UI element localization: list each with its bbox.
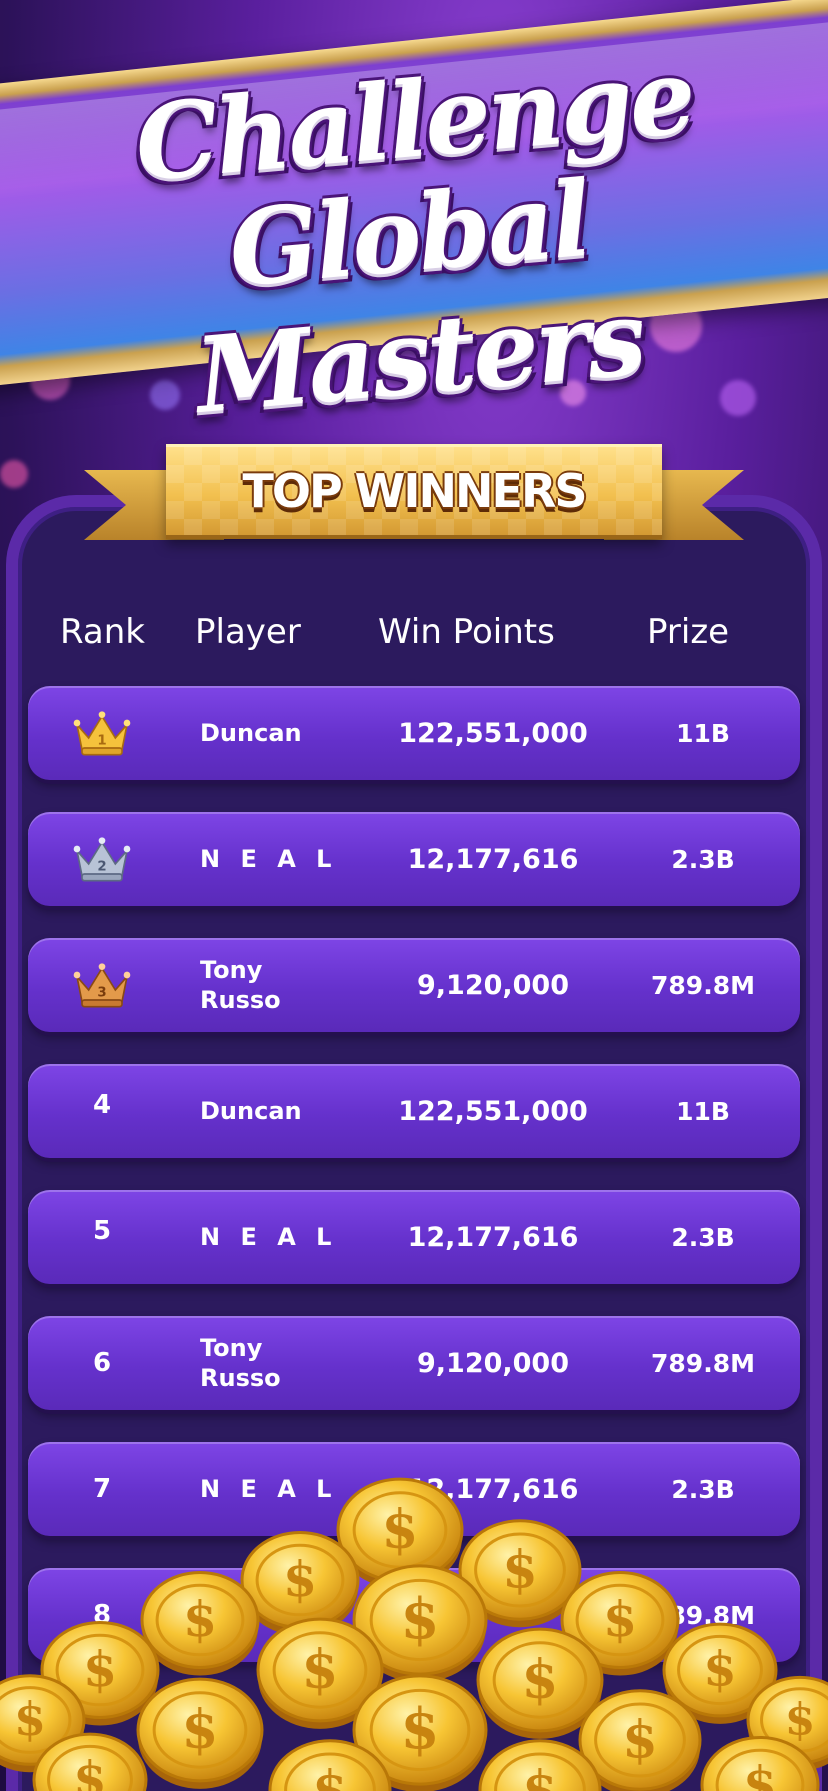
svg-text:$: $ bbox=[302, 1638, 339, 1700]
player-name: Tony Russo bbox=[200, 956, 281, 1014]
svg-text:$: $ bbox=[401, 1586, 440, 1652]
rank-number: 5 bbox=[92, 1216, 112, 1246]
bokeh-light bbox=[0, 460, 28, 488]
leaderboard-row-6[interactable]: 6 Tony Russo 9,120,000 789.8M bbox=[28, 1316, 800, 1410]
leaderboard-row-2[interactable]: 2 N E A L 12,177,616 2.3B bbox=[28, 812, 800, 906]
prize: 2.3B bbox=[671, 844, 735, 874]
prize: 11B bbox=[676, 1096, 730, 1126]
rank-cell: 1 bbox=[72, 686, 132, 780]
win-points: 122,551,000 bbox=[398, 717, 588, 749]
header-prize: Prize bbox=[647, 612, 730, 652]
svg-text:$: $ bbox=[312, 1760, 348, 1791]
svg-text:$: $ bbox=[522, 1760, 558, 1791]
prize: 2.3B bbox=[671, 1222, 735, 1252]
win-points: 12,177,616 bbox=[407, 1221, 579, 1253]
svg-text:$: $ bbox=[401, 1696, 440, 1762]
player-name: Duncan bbox=[200, 719, 302, 747]
win-points: 9,120,000 bbox=[416, 1347, 570, 1379]
prize: 11B bbox=[676, 718, 730, 748]
win-points: 122,551,000 bbox=[398, 1095, 588, 1127]
rank-cell: 3 bbox=[72, 938, 132, 1032]
rank-number: 6 bbox=[92, 1348, 112, 1378]
svg-text:$: $ bbox=[622, 1710, 658, 1770]
player-name: N E A L bbox=[200, 1223, 338, 1251]
svg-text:$: $ bbox=[14, 1692, 46, 1746]
win-points: 9,120,000 bbox=[416, 969, 570, 1001]
svg-text:$: $ bbox=[785, 1695, 816, 1746]
svg-text:$: $ bbox=[182, 1698, 219, 1760]
game-background: Challenge Global Masters TOP WINNERS Ran… bbox=[0, 0, 828, 1791]
rank-number: 3 bbox=[97, 986, 106, 1001]
player-name: Duncan bbox=[200, 1097, 302, 1125]
leaderboard-row-4[interactable]: 4 Duncan 122,551,000 11B bbox=[28, 1064, 800, 1158]
svg-text:$: $ bbox=[502, 1540, 538, 1600]
header-player: Player bbox=[195, 612, 301, 652]
leaderboard-row-1[interactable]: 1 Duncan 122,551,000 11B bbox=[28, 686, 800, 780]
coin-icon: $ bbox=[140, 1570, 260, 1676]
svg-text:$: $ bbox=[603, 1590, 637, 1648]
header-rank: Rank bbox=[60, 612, 145, 652]
rank-number: 4 bbox=[92, 1090, 112, 1120]
svg-text:$: $ bbox=[183, 1590, 217, 1648]
gold-crown-icon: 1 bbox=[73, 711, 131, 756]
prize: 789.8M bbox=[651, 1348, 755, 1378]
header-win-points: Win Points bbox=[378, 612, 555, 652]
player-name: N E A L bbox=[200, 845, 338, 873]
silver-crown-icon: 2 bbox=[73, 837, 131, 882]
top-winners-ribbon: TOP WINNERS bbox=[166, 444, 662, 539]
leaderboard-row-5[interactable]: 5 N E A L 12,177,616 2.3B bbox=[28, 1190, 800, 1284]
ribbon-title: TOP WINNERS bbox=[242, 464, 587, 518]
prize: 789.8M bbox=[651, 970, 755, 1000]
svg-text:$: $ bbox=[382, 1498, 419, 1560]
coin-icon: $ bbox=[136, 1677, 264, 1789]
svg-text:$: $ bbox=[83, 1640, 117, 1698]
coin-pile: $$ $$ $$$ $$ $$ $$ $ $$ $ $ $ bbox=[0, 1477, 828, 1791]
win-points: 12,177,616 bbox=[407, 843, 579, 875]
player-name: Tony Russo bbox=[200, 1334, 281, 1392]
svg-text:$: $ bbox=[522, 1648, 559, 1710]
rank-number: 2 bbox=[97, 860, 106, 875]
bronze-crown-icon: 3 bbox=[73, 963, 131, 1008]
svg-text:$: $ bbox=[743, 1755, 777, 1791]
svg-text:$: $ bbox=[703, 1642, 736, 1698]
rank-number: 1 bbox=[97, 734, 106, 749]
rank-cell: 2 bbox=[72, 812, 132, 906]
leaderboard-row-3[interactable]: 3 Tony Russo 9,120,000 789.8M bbox=[28, 938, 800, 1032]
svg-text:$: $ bbox=[283, 1550, 317, 1608]
svg-text:$: $ bbox=[73, 1752, 106, 1791]
